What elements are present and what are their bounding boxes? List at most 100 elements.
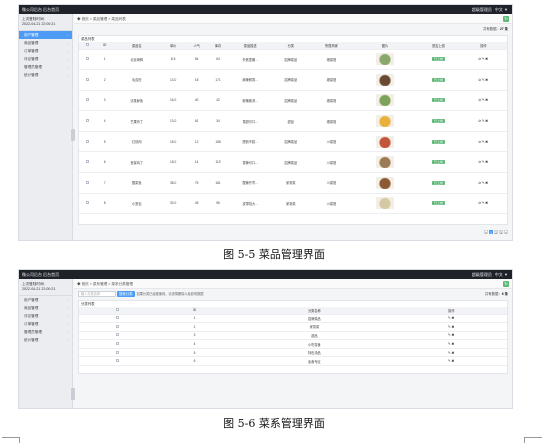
page-button[interactable]: 1 <box>489 230 493 235</box>
online-status-badge[interactable]: 已上线 <box>431 98 445 103</box>
breadcrumb-text[interactable]: ◆ 首页 > 菜品管理 > 菜品列表 <box>77 17 126 21</box>
delete-icon[interactable]: ✖ <box>451 333 454 337</box>
delete-icon[interactable]: ✖ <box>451 359 454 363</box>
category-search-input[interactable]: 输入分类名称 <box>78 291 116 297</box>
delete-icon[interactable]: ✖ <box>485 201 488 205</box>
cell-shop: 湘菜馆 <box>310 110 353 132</box>
online-status-badge[interactable]: 已上线 <box>431 160 445 165</box>
sidebar-item[interactable]: 商品管理 › <box>19 304 72 312</box>
cell-image <box>352 110 418 132</box>
sidebar-item[interactable]: 管理员管理 › <box>19 328 72 336</box>
sidebar-item-label: 用户管理 <box>24 33 39 37</box>
select-all-checkbox[interactable] <box>86 43 90 47</box>
login-time: 2022-04-21 22:00:21 <box>22 22 56 26</box>
sidebar-item[interactable]: 评论管理 › <box>19 312 72 320</box>
row-select-cell <box>79 49 97 71</box>
sidebar-item-label: 管理员管理 <box>24 330 42 334</box>
page-button[interactable]: « <box>484 230 488 235</box>
sidebar-item[interactable]: 管理员管理 › <box>19 63 72 71</box>
admin-user[interactable]: 超级管理员 <box>472 7 492 12</box>
table-row: 2 家常菜 ✎✖ <box>79 322 507 332</box>
chevron-right-icon: › <box>67 338 68 342</box>
online-status-badge[interactable]: 已上线 <box>431 139 445 144</box>
delete-icon[interactable]: ✖ <box>485 160 488 164</box>
sidebar-item[interactable]: 用户管理 › <box>19 296 72 304</box>
cell-desc: 外焦里嫩... <box>228 49 272 71</box>
row-checkbox[interactable] <box>116 333 120 337</box>
table-row: 6 素食专区 ✎✖ <box>79 356 507 367</box>
delete-icon[interactable]: ✖ <box>451 342 454 346</box>
row-select-cell <box>79 339 157 349</box>
row-checkbox[interactable] <box>86 57 90 61</box>
online-status-badge[interactable]: 已上线 <box>431 180 445 185</box>
cell-shop: 川菜馆 <box>310 172 353 194</box>
delete-icon[interactable]: ✖ <box>485 57 488 61</box>
row-checkbox[interactable] <box>86 160 90 164</box>
row-checkbox[interactable] <box>86 180 90 184</box>
delete-icon[interactable]: ✖ <box>485 78 488 82</box>
sidebar-item[interactable]: 商品管理 › <box>19 39 72 47</box>
sidebar-item-label: 订单管理 <box>24 322 39 326</box>
sidebar-item[interactable]: 订单管理 › <box>19 320 72 328</box>
delete-icon[interactable]: ✖ <box>451 325 454 329</box>
select-all-header[interactable] <box>79 42 97 50</box>
delete-icon[interactable]: ✖ <box>485 181 488 185</box>
table-row: 1 招牌菜品 ✎✖ <box>79 314 507 324</box>
delete-hint: 如果分类已经被使用，请谨慎删除以免影响数据 <box>136 292 204 296</box>
table-row: 5 特色汤品 ✎✖ <box>79 348 507 358</box>
row-checkbox[interactable] <box>86 201 90 205</box>
row-checkbox[interactable] <box>86 119 90 123</box>
column-header: 图片 <box>352 42 418 50</box>
dish-photo <box>375 94 394 107</box>
row-checkbox[interactable] <box>116 359 120 363</box>
user-menu[interactable]: 中文 ▼ <box>495 7 508 12</box>
select-all-header[interactable] <box>79 307 157 315</box>
cell-stock: 64 <box>207 49 229 71</box>
column-header: 分类名称 <box>233 307 396 315</box>
page-button[interactable]: 2 <box>494 230 498 235</box>
online-status-badge[interactable]: 已上线 <box>431 57 445 62</box>
figure-caption-1: 图 5-5 菜品管理界面 <box>223 248 325 261</box>
cell-id: 2 <box>156 322 234 332</box>
online-status-badge[interactable]: 已上线 <box>431 201 445 206</box>
sidebar-item[interactable]: 评论管理 › <box>19 55 72 63</box>
delete-icon[interactable]: ✖ <box>485 140 488 144</box>
breadcrumb-text[interactable]: ◆ 首页 > 菜系管理 > 菜系分类管理 <box>77 282 133 286</box>
user-menu[interactable]: 中文 ▼ <box>495 272 508 277</box>
sidebar-item[interactable]: 用户管理 › <box>19 31 72 39</box>
row-checkbox[interactable] <box>116 342 120 346</box>
page-button[interactable]: » <box>504 230 508 235</box>
search-button[interactable]: 搜索分类 <box>117 291 135 297</box>
sidebar-item[interactable]: 统计管理 › <box>19 336 72 344</box>
row-checkbox[interactable] <box>116 350 120 354</box>
online-status-badge[interactable]: 已上线 <box>431 119 445 124</box>
delete-icon[interactable]: ✖ <box>485 98 488 102</box>
row-checkbox[interactable] <box>86 98 90 102</box>
select-all-checkbox[interactable] <box>116 308 120 312</box>
row-checkbox[interactable] <box>116 324 120 328</box>
admin-user[interactable]: 超级管理员 <box>472 272 492 277</box>
cell-actions: ✎✖ <box>395 356 507 367</box>
sidebar-item[interactable]: 统计管理 › <box>19 71 72 79</box>
row-checkbox[interactable] <box>86 139 90 143</box>
refresh-button[interactable]: ↻ <box>503 16 509 22</box>
cell-cat: 招牌菜品 <box>271 151 311 174</box>
column-header: 菜品描述 <box>228 42 272 50</box>
sidebar-item[interactable]: 订单管理 › <box>19 47 72 55</box>
total-count: 共有数据：6 条 <box>485 291 508 297</box>
total-value: 6 条 <box>501 292 508 296</box>
cell-price: 38.0 <box>160 172 186 194</box>
delete-icon[interactable]: ✖ <box>451 351 454 355</box>
chevron-right-icon: › <box>67 49 68 53</box>
cell-price: 18.0 <box>160 151 186 174</box>
refresh-button[interactable]: ↻ <box>503 281 509 287</box>
online-status-badge[interactable]: 已上线 <box>431 77 445 82</box>
page-button[interactable]: 3 <box>499 230 503 235</box>
delete-icon[interactable]: ✖ <box>451 316 454 320</box>
row-checkbox[interactable] <box>86 77 90 81</box>
delete-icon[interactable]: ✖ <box>485 119 488 123</box>
cell-name: 甜品 <box>233 331 396 341</box>
cell-stock: 181 <box>207 172 229 194</box>
column-header: 单价 <box>160 42 186 50</box>
row-checkbox[interactable] <box>116 316 120 320</box>
